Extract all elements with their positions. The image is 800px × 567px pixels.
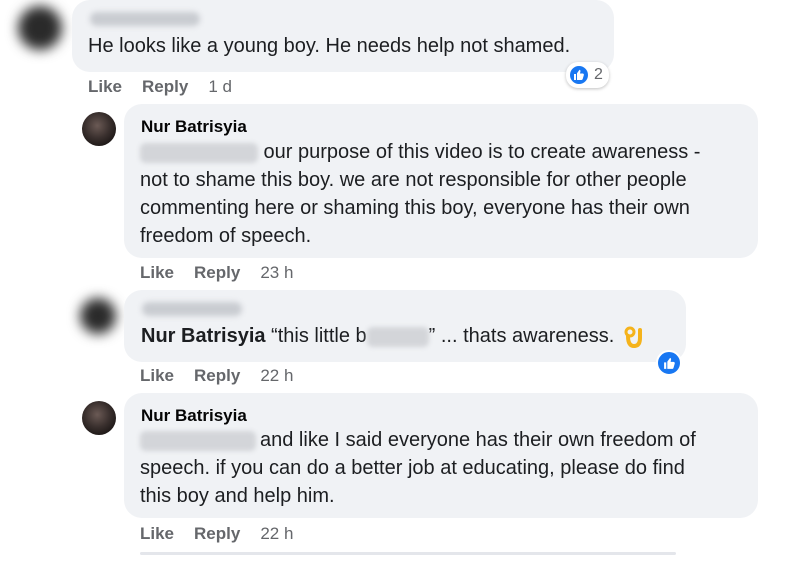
timestamp[interactable]: 1 d bbox=[208, 77, 232, 96]
avatar-blurred[interactable] bbox=[18, 6, 62, 50]
comment-actions: Like Reply 22 h bbox=[140, 524, 313, 544]
avatar[interactable] bbox=[82, 401, 116, 435]
author-name[interactable]: Nur Batrisyia bbox=[141, 117, 247, 137]
comment-text: our purpose of this video is to create a… bbox=[140, 141, 701, 247]
timestamp[interactable]: 23 h bbox=[260, 263, 293, 282]
comment-bubble: He looks like a young boy. He needs help… bbox=[72, 0, 614, 72]
author-name-blurred[interactable] bbox=[90, 12, 200, 26]
comment-actions: Like Reply 22 h bbox=[140, 366, 313, 386]
word-blurred bbox=[366, 326, 429, 347]
thumbs-up-icon bbox=[568, 64, 590, 86]
mention-blurred[interactable] bbox=[140, 142, 258, 163]
avatar-blurred[interactable] bbox=[80, 298, 116, 334]
author-name-blurred[interactable] bbox=[142, 302, 242, 316]
reaction-count: 2 bbox=[594, 66, 603, 83]
like-button[interactable]: Like bbox=[140, 263, 174, 282]
avatar[interactable] bbox=[82, 112, 116, 146]
comment-text: He looks like a young boy. He needs help… bbox=[88, 35, 571, 57]
mention-blurred[interactable] bbox=[140, 430, 256, 451]
ok-hand-emoji-icon bbox=[624, 326, 642, 348]
like-button[interactable]: Like bbox=[140, 366, 174, 385]
comment-actions: Like Reply 23 h bbox=[140, 263, 313, 283]
reaction-summary[interactable]: 2 bbox=[566, 62, 609, 88]
comment-bubble: Nur Batrisyia and like I said everyone h… bbox=[124, 393, 758, 518]
like-button[interactable]: Like bbox=[88, 77, 122, 96]
comment-bubble: Nur Batrisyia “this little b” ... thats … bbox=[124, 290, 686, 362]
reply-button[interactable]: Reply bbox=[194, 524, 240, 543]
timestamp[interactable]: 22 h bbox=[260, 366, 293, 385]
reply-button[interactable]: Reply bbox=[194, 366, 240, 385]
thumbs-up-icon[interactable] bbox=[656, 350, 682, 376]
comment-actions: Like Reply 1 d bbox=[88, 77, 252, 97]
comment-text: Nur Batrisyia “this little b” ... thats … bbox=[141, 322, 642, 350]
comment-bubble: Nur Batrisyia our purpose of this video … bbox=[124, 104, 758, 258]
reply-button[interactable]: Reply bbox=[194, 263, 240, 282]
like-button[interactable]: Like bbox=[140, 524, 174, 543]
comment-text: and like I said everyone has their own f… bbox=[140, 429, 696, 507]
timestamp[interactable]: 22 h bbox=[260, 524, 293, 543]
author-name[interactable]: Nur Batrisyia bbox=[141, 406, 247, 426]
author-name[interactable]: Nur Batrisyia bbox=[141, 325, 266, 347]
reply-button[interactable]: Reply bbox=[142, 77, 188, 96]
next-comment-edge bbox=[140, 552, 676, 555]
